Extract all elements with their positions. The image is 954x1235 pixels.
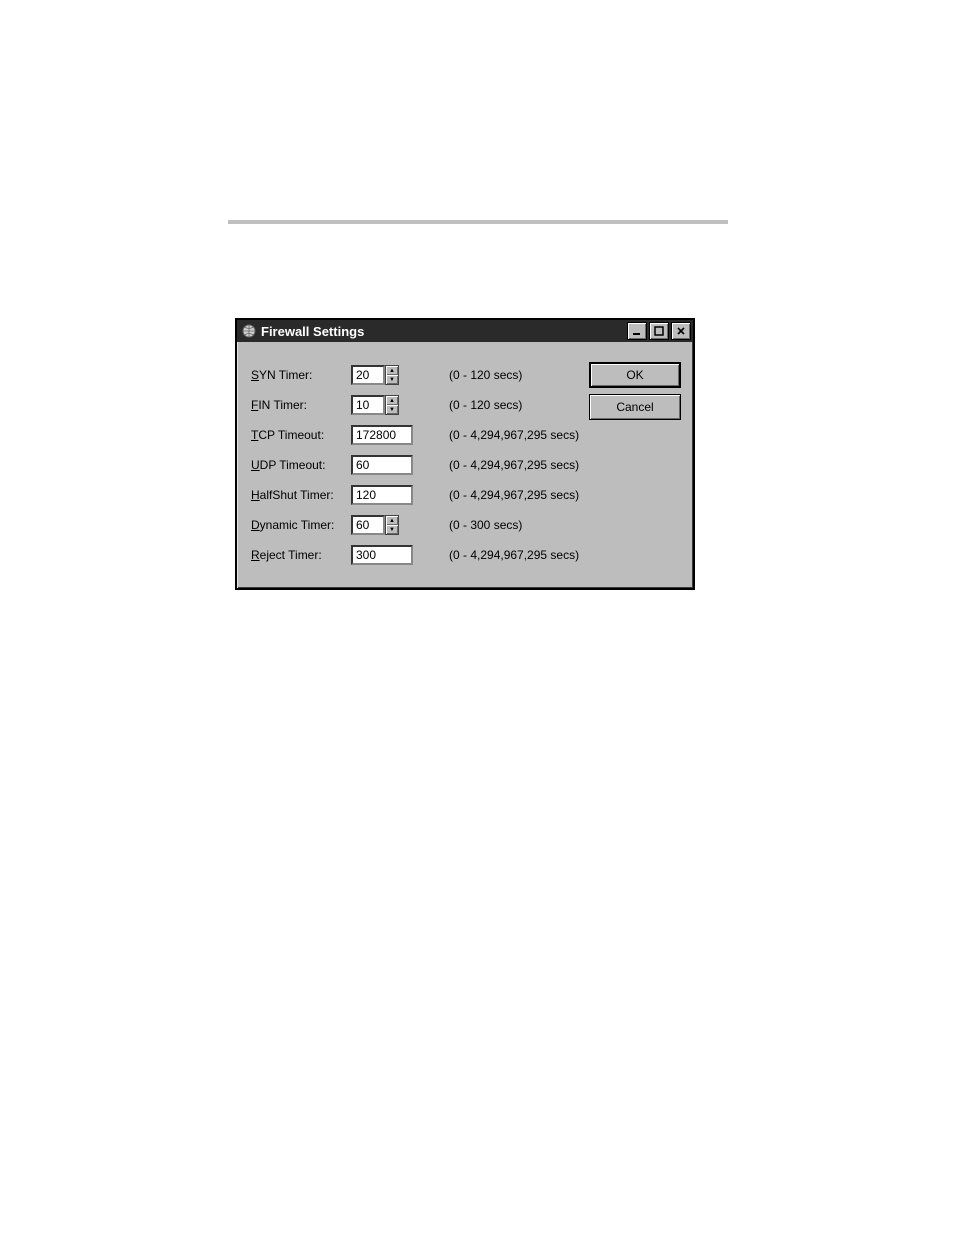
halfshut-timer-input[interactable] bbox=[351, 485, 413, 505]
hint-fin: (0 - 120 secs) bbox=[449, 398, 522, 412]
hint-syn: (0 - 120 secs) bbox=[449, 368, 522, 382]
row-tcp: TCP Timeout: (0 - 4,294,967,295 secs) bbox=[251, 420, 581, 450]
spin-up-icon[interactable]: ▲ bbox=[386, 366, 398, 375]
label-tcp: TCP Timeout: bbox=[251, 428, 351, 442]
spin-down-icon[interactable]: ▼ bbox=[386, 405, 398, 414]
spin-down-icon[interactable]: ▼ bbox=[386, 525, 398, 534]
form-area: SYN Timer: ▲ ▼ (0 - 120 secs) FIN Timer: bbox=[251, 360, 581, 570]
hint-halfshut: (0 - 4,294,967,295 secs) bbox=[449, 488, 579, 502]
globe-icon bbox=[241, 323, 257, 339]
row-reject: Reject Timer: (0 - 4,294,967,295 secs) bbox=[251, 540, 581, 570]
spin-up-icon[interactable]: ▲ bbox=[386, 396, 398, 405]
hint-reject: (0 - 4,294,967,295 secs) bbox=[449, 548, 579, 562]
firewall-settings-dialog: Firewall Settings SYN Timer: bbox=[235, 318, 695, 590]
dynamic-timer-input[interactable] bbox=[351, 515, 385, 535]
label-fin: FIN Timer: bbox=[251, 398, 351, 412]
label-dynamic: Dynamic Timer: bbox=[251, 518, 351, 532]
hint-udp: (0 - 4,294,967,295 secs) bbox=[449, 458, 579, 472]
fin-timer-input[interactable] bbox=[351, 395, 385, 415]
spin-down-icon[interactable]: ▼ bbox=[386, 375, 398, 384]
udp-timeout-input[interactable] bbox=[351, 455, 413, 475]
row-fin: FIN Timer: ▲ ▼ (0 - 120 secs) bbox=[251, 390, 581, 420]
fin-timer-spinner[interactable]: ▲ ▼ bbox=[385, 395, 399, 415]
divider-line bbox=[228, 220, 728, 224]
hint-tcp: (0 - 4,294,967,295 secs) bbox=[449, 428, 579, 442]
label-syn: SYN Timer: bbox=[251, 368, 351, 382]
maximize-button[interactable] bbox=[649, 322, 669, 340]
row-halfshut: HalfShut Timer: (0 - 4,294,967,295 secs) bbox=[251, 480, 581, 510]
ok-button[interactable]: OK bbox=[589, 362, 681, 388]
window-title: Firewall Settings bbox=[261, 324, 625, 339]
spin-up-icon[interactable]: ▲ bbox=[386, 516, 398, 525]
row-udp: UDP Timeout: (0 - 4,294,967,295 secs) bbox=[251, 450, 581, 480]
row-dynamic: Dynamic Timer: ▲ ▼ (0 - 300 secs) bbox=[251, 510, 581, 540]
label-halfshut: HalfShut Timer: bbox=[251, 488, 351, 502]
title-bar[interactable]: Firewall Settings bbox=[237, 320, 693, 342]
label-reject: Reject Timer: bbox=[251, 548, 351, 562]
reject-timer-input[interactable] bbox=[351, 545, 413, 565]
close-button[interactable] bbox=[671, 322, 691, 340]
label-udp: UDP Timeout: bbox=[251, 458, 351, 472]
minimize-button[interactable] bbox=[627, 322, 647, 340]
syn-timer-input[interactable] bbox=[351, 365, 385, 385]
row-syn: SYN Timer: ▲ ▼ (0 - 120 secs) bbox=[251, 360, 581, 390]
cancel-button[interactable]: Cancel bbox=[589, 394, 681, 420]
tcp-timeout-input[interactable] bbox=[351, 425, 413, 445]
dynamic-timer-spinner[interactable]: ▲ ▼ bbox=[385, 515, 399, 535]
syn-timer-spinner[interactable]: ▲ ▼ bbox=[385, 365, 399, 385]
hint-dynamic: (0 - 300 secs) bbox=[449, 518, 522, 532]
button-panel: OK Cancel bbox=[589, 360, 681, 570]
